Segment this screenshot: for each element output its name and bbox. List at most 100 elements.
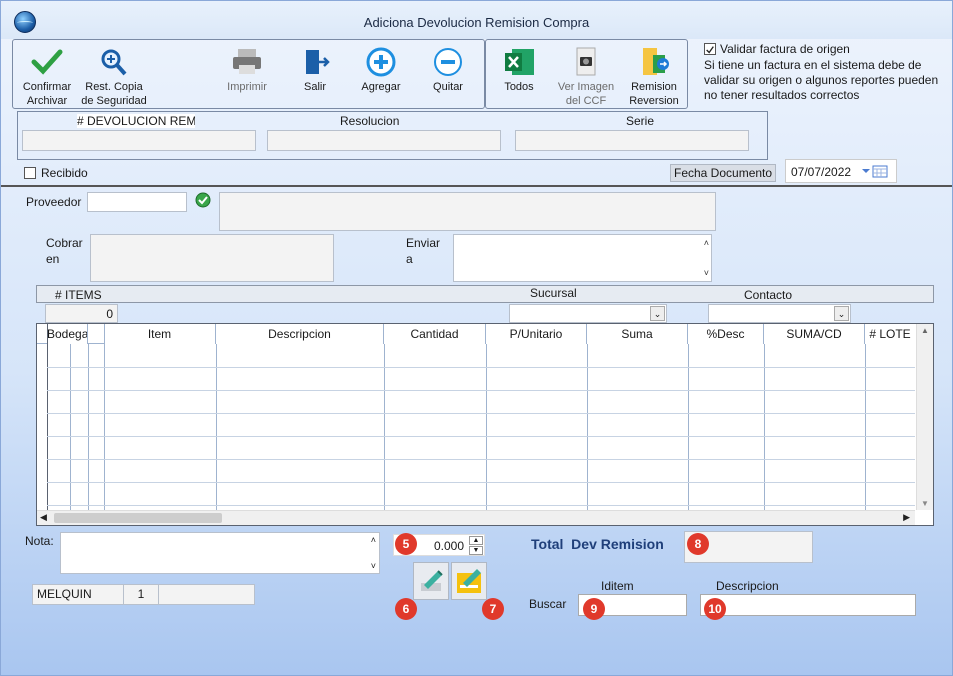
items-count-field: 0 [45,304,118,323]
cobrar-en-field[interactable] [90,234,334,282]
chevron-down-icon: ⌄ [650,306,665,321]
grid-vertical-scrollbar[interactable]: ▲ ▼ [916,324,933,510]
recibido-label: Recibido [41,166,88,180]
plus-circle-icon [366,47,396,77]
items-header-bar [36,285,934,303]
validate-origin-checkbox[interactable] [704,43,716,55]
grid-vline [486,344,487,511]
scroll-right-arrow-icon[interactable]: ▶ [903,512,910,523]
serie-field[interactable] [515,130,749,151]
add-button[interactable]: Agregar [356,47,406,94]
scroll-thumb[interactable] [54,513,222,523]
minus-circle-icon [434,48,462,76]
remision-reversion-button[interactable]: Remision Reversion [625,47,683,108]
remision-label: Remision Reversion [629,81,679,107]
scroll-down-icon[interactable]: ˅ [704,268,709,278]
badge-6: 6 [395,598,417,620]
resolucion-field[interactable] [267,130,501,151]
view-image-label: Ver Imagen del CCF [557,81,615,107]
contacto-select[interactable]: ⌄ [708,304,851,323]
col-item[interactable]: Item [104,324,216,344]
grid-vline [688,344,689,511]
grid-vline [70,344,71,511]
add-label: Agregar [361,81,401,93]
badge-5: 5 [395,533,417,555]
col-suma-cd[interactable]: SUMA/CD [764,324,865,344]
col-cantidad[interactable]: Cantidad [384,324,486,344]
recibido-checkbox[interactable] [24,167,36,179]
devolucion-label: # DEVOLUCION REM [77,114,195,128]
items-grid[interactable]: Bodega Item Descripcion Cantidad P/Unita… [36,323,934,526]
confirm-label: Confirmar Archivar [22,81,72,107]
table-row [47,390,915,391]
grid-horizontal-scrollbar[interactable]: ◀ ▶ [37,510,915,525]
badge-10: 10 [704,598,726,620]
grid-vline [384,344,385,511]
scroll-down-icon[interactable]: ˅ [371,561,376,571]
table-row [47,436,915,437]
excel-all-button[interactable]: Todos [497,47,541,94]
serie-label: Serie [626,114,655,128]
proveedor-code-field[interactable] [87,192,187,212]
col-desc[interactable]: %Desc [688,324,764,344]
col-punitario[interactable]: P/Unitario [486,324,587,344]
proveedor-check-icon[interactable] [195,192,211,208]
badge-8: 8 [687,533,709,555]
devolucion-number-field[interactable] [22,130,256,151]
grid-vline [587,344,588,511]
window-title: Adiciona Devolucion Remision Compra [363,15,590,30]
fecha-documento-picker[interactable]: 07/07/2022 [785,159,897,183]
resolucion-label: Resolucion [340,114,400,128]
sucursal-label: Sucursal [530,286,577,300]
edit-pencil-icon [421,570,443,591]
camera-document-icon [576,47,596,76]
enviar-a-textarea[interactable]: ˄ ˅ [453,234,712,282]
print-label: Imprimir [227,81,267,93]
remove-label: Quitar [433,81,463,93]
fecha-documento-label: Fecha Documento [670,164,777,182]
fecha-value: 07/07/2022 [791,165,852,179]
exit-door-icon [306,50,330,74]
col-lote[interactable]: # LOTE [865,324,915,344]
search-descripcion-input[interactable] [700,594,916,616]
scroll-left-arrow-icon[interactable]: ◀ [40,512,47,523]
badge-7: 7 [482,598,504,620]
table-row [47,482,915,483]
confirm-archive-button[interactable]: Confirmar Archivar [17,47,77,108]
stepper-value: 0.000 [433,539,464,553]
nota-textarea[interactable]: ˄ ˅ [60,532,380,574]
scroll-up-icon[interactable]: ˄ [371,535,376,545]
print-button[interactable]: Imprimir [223,47,271,94]
descripcion-search-label: Descripcion [716,579,779,593]
scroll-up-arrow-icon[interactable]: ▲ [917,326,933,335]
scroll-down-arrow-icon[interactable]: ▼ [917,499,933,508]
stepper-down-icon[interactable]: ▼ [469,546,483,555]
main-window: Adiciona Devolucion Remision Compra Conf… [0,0,953,676]
edit-note-button[interactable] [451,562,487,600]
validate-origin-label: Validar factura de origen [720,42,850,56]
scroll-up-icon[interactable]: ˄ [704,238,709,248]
col-suma[interactable]: Suma [587,324,688,344]
remove-button[interactable]: Quitar [426,47,470,94]
view-image-button[interactable]: Ver Imagen del CCF [555,47,617,108]
cobrar-label: Cobrar en [46,236,83,266]
checkmark-icon [31,49,63,75]
chevron-down-icon: ⌄ [834,306,849,321]
table-row [47,505,915,506]
enviar-label: Enviar a [406,236,441,266]
sucursal-select[interactable]: ⌄ [509,304,667,323]
nota-label: Nota: [25,534,54,548]
calendar-dropdown-icon [862,165,888,178]
edit-button[interactable] [413,562,449,600]
table-row [47,367,915,368]
exit-button[interactable]: Salir [293,47,337,94]
note-pencil-icon [457,569,481,593]
restore-backup-button[interactable]: Rest. Copia de Seguridad [79,47,149,108]
col-bodega[interactable]: Bodega [47,324,88,344]
col-descripcion[interactable]: Descripcion [216,324,384,344]
grid-vline [216,344,217,511]
status-number: 1 [123,584,159,605]
status-user: MELQUIN [32,584,124,605]
proveedor-label: Proveedor [26,195,82,209]
stepper-up-icon[interactable]: ▲ [469,536,483,545]
